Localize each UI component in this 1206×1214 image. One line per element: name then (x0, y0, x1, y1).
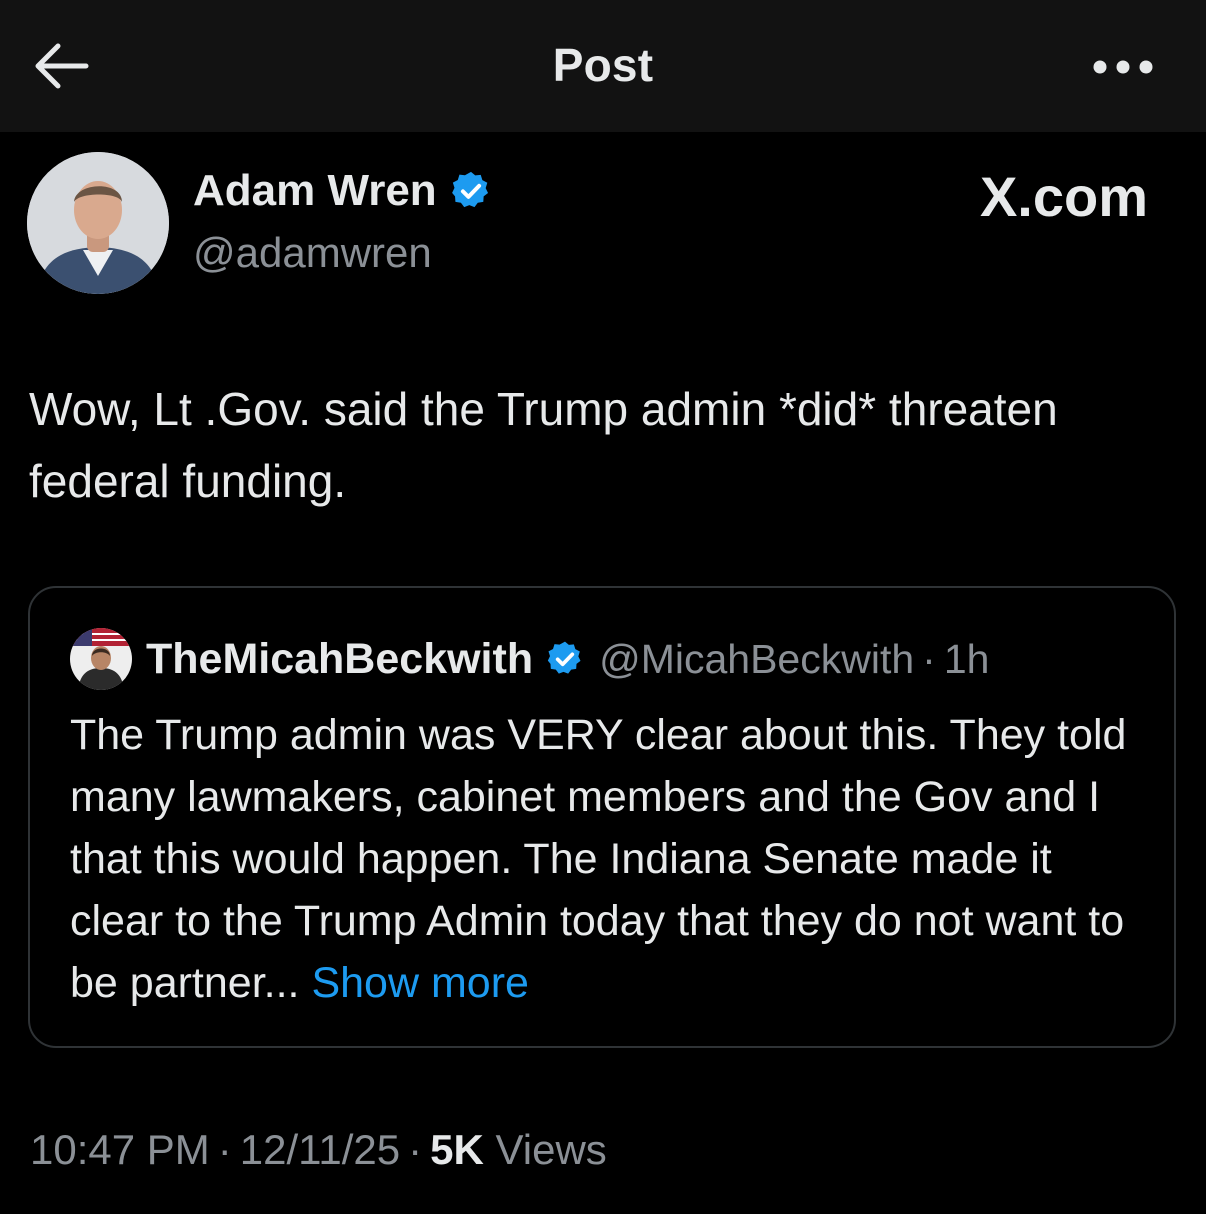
separator-dot: · (408, 1126, 423, 1173)
post-metadata: 10:47 PM · 12/11/25 · 5K Views (30, 1126, 607, 1174)
post-text: Wow, Lt .Gov. said the Trump admin *did*… (29, 383, 1058, 507)
separator-dot: · (217, 1126, 232, 1173)
quoted-post-text-block: The Trump admin was VERY clear about thi… (70, 704, 1150, 1014)
quoted-author-handle[interactable]: @MicahBeckwith (599, 636, 914, 683)
post-time: 10:47 PM (30, 1126, 210, 1173)
quoted-post-time: 1h (943, 635, 990, 682)
verified-badge-icon (449, 169, 493, 213)
quoted-post-header: TheMicahBeckwith @MicahBeckwith · 1h (70, 628, 989, 690)
separator-dot: · (922, 635, 936, 682)
author-handle[interactable]: @adamwren (193, 229, 432, 277)
show-more-link[interactable]: Show more (311, 959, 528, 1007)
quoted-post-card[interactable]: TheMicahBeckwith @MicahBeckwith · 1h The… (28, 586, 1176, 1048)
quoted-post-text: The Trump admin was VERY clear about thi… (70, 711, 1127, 1007)
author-avatar[interactable] (27, 152, 169, 294)
author-name[interactable]: Adam Wren (193, 166, 437, 216)
verified-badge-icon (545, 639, 585, 679)
top-navigation-bar: Post (0, 0, 1206, 132)
author-name-row[interactable]: Adam Wren (193, 166, 493, 216)
more-options-button[interactable] (1090, 50, 1156, 84)
x-com-label: X.com (979, 165, 1148, 228)
quoted-author-name[interactable]: TheMicahBeckwith (146, 635, 533, 684)
more-horizontal-icon (1093, 60, 1153, 74)
views-label[interactable]: Views (496, 1126, 607, 1173)
quoted-author-avatar[interactable] (70, 628, 132, 690)
post-date: 12/11/25 (239, 1126, 401, 1173)
views-count[interactable]: 5K (430, 1126, 484, 1173)
page-title: Post (552, 39, 654, 91)
